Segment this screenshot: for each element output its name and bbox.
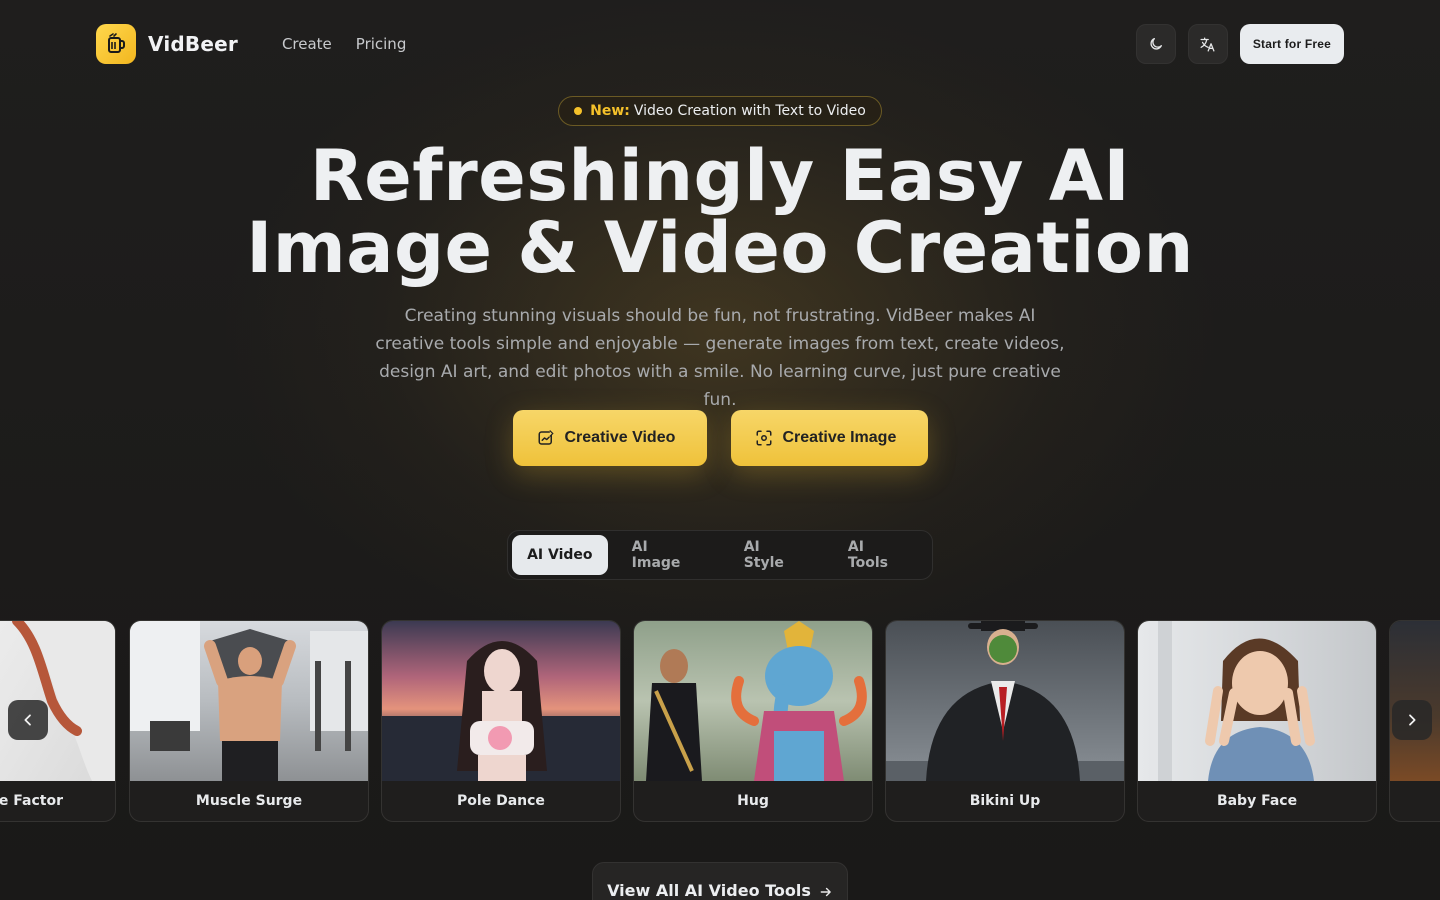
tab-ai-tools[interactable]: AI Tools (824, 535, 928, 575)
nav-create[interactable]: Create (282, 35, 332, 53)
moon-icon (1150, 38, 1162, 50)
logo[interactable] (96, 24, 136, 64)
template-card[interactable]: Baby Face (1137, 620, 1377, 822)
template-card[interactable]: Muscle Surge (129, 620, 369, 822)
tab-ai-video[interactable]: AI Video (512, 535, 608, 575)
cta-row: Creative Video Creative Image (0, 410, 1440, 466)
hero-title-line1: Refreshingly Easy AI (309, 135, 1131, 217)
arrow-right-icon (820, 887, 831, 897)
top-header: VidBeer Create Pricing Start for Free (96, 24, 1344, 64)
landing-page: VidBeer Create Pricing Start for Free Ne… (0, 0, 1440, 900)
nav-pricing[interactable]: Pricing (356, 35, 407, 53)
chevron-right-icon (1409, 714, 1416, 726)
badge-new-label: New: (590, 103, 630, 119)
video-edit-icon (538, 430, 554, 445)
view-all-tools-button[interactable]: View All AI Video Tools (592, 862, 848, 900)
image-scan-icon (756, 430, 771, 446)
template-label: Muscle Surge (195, 793, 303, 809)
hero-title: Refreshingly Easy AI Image & Video Creat… (0, 140, 1440, 284)
template-label: Pole Dance (457, 793, 545, 809)
creative-image-button[interactable]: Creative Image (730, 410, 928, 466)
template-thumbnail (886, 621, 1124, 781)
sunset-portrait (382, 641, 620, 781)
child-portrait (1158, 621, 1315, 781)
creative-image-label: Creative Image (782, 429, 897, 446)
template-carousel: e Factor Muscle Surge Pole Dance Hug Bik… (0, 620, 1440, 822)
template-label: Hug (737, 793, 769, 809)
creative-video-button[interactable]: Creative Video (512, 410, 707, 466)
badge-text: Video Creation with Text to Video (633, 103, 866, 119)
deity-scene (646, 621, 867, 781)
carousel-prev-button[interactable] (8, 700, 48, 740)
tab-ai-image[interactable]: AI Image (608, 535, 720, 575)
template-label (1390, 781, 1440, 821)
template-thumbnail (382, 621, 620, 781)
view-all-label: View All AI Video Tools (607, 881, 811, 900)
language-button[interactable] (1187, 24, 1228, 64)
carousel-next-button[interactable] (1392, 700, 1432, 740)
template-thumbnail (130, 621, 368, 781)
badge-dot (574, 107, 583, 115)
header-actions: Start for Free (1135, 24, 1344, 64)
start-for-free-button[interactable]: Start for Free (1239, 24, 1344, 64)
gym-scene (130, 621, 368, 781)
template-thumbnail (634, 621, 872, 781)
pouring-beer-icon (108, 33, 125, 53)
chevron-left-icon (24, 714, 31, 726)
brand-name[interactable]: VidBeer (148, 32, 238, 56)
theme-toggle-button[interactable] (1135, 24, 1176, 64)
suited-figure (886, 621, 1124, 781)
hero-subtitle: Creating stunning visuals should be fun,… (375, 306, 1065, 410)
template-card[interactable]: Bikini Up (885, 620, 1125, 822)
announcement-badge[interactable]: New: Video Creation with Text to Video (558, 96, 882, 126)
tab-ai-style[interactable]: AI Style (720, 535, 824, 575)
category-tabs: AI Video AI Image AI Style AI Tools (507, 530, 933, 580)
template-card[interactable]: Pole Dance (381, 620, 621, 822)
main-nav: Create Pricing (282, 35, 406, 53)
template-label: Bikini Up (969, 793, 1041, 809)
hero-title-line2: Image & Video Creation (246, 207, 1194, 289)
creative-video-label: Creative Video (564, 429, 676, 446)
translate-icon (1200, 36, 1215, 52)
template-card[interactable]: Hug (633, 620, 873, 822)
template-label: Baby Face (1216, 793, 1298, 809)
template-label: e Factor (0, 793, 63, 809)
template-thumbnail (1138, 621, 1376, 781)
